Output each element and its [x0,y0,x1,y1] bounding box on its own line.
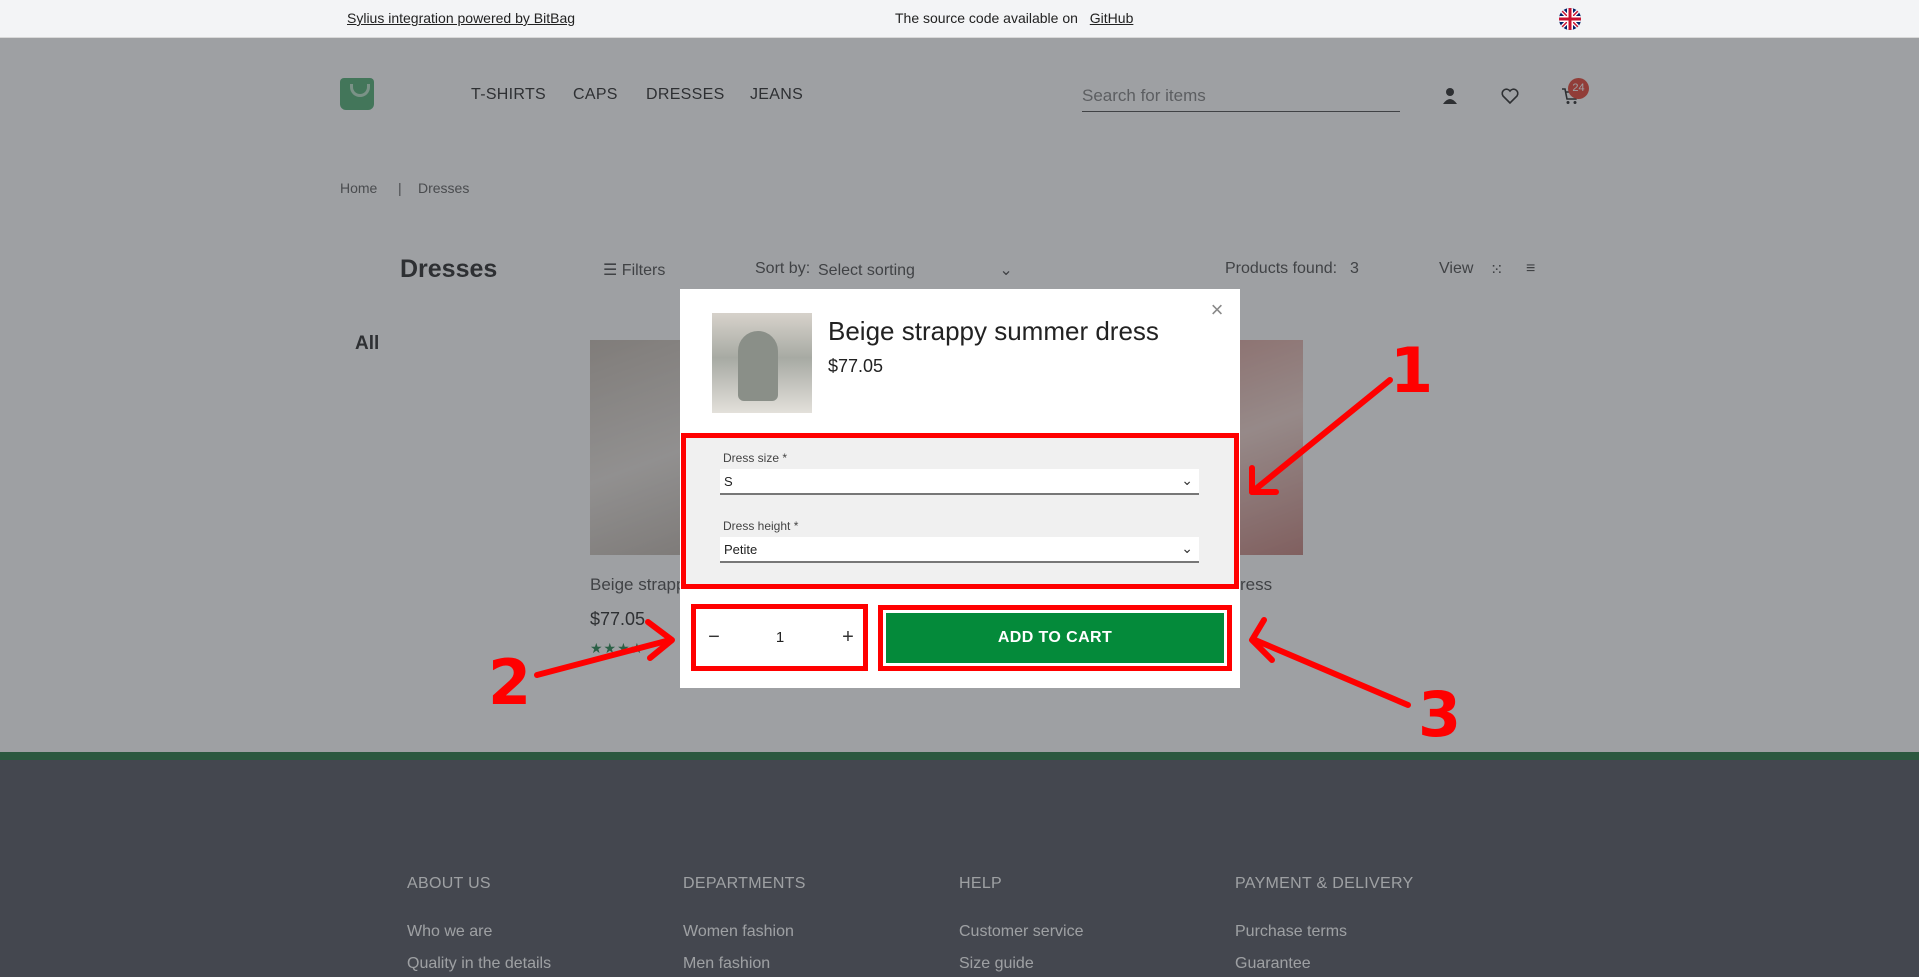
arrow-3 [1252,637,1411,708]
annotation-arrows [534,377,1411,708]
arrow-1 [1249,377,1393,495]
